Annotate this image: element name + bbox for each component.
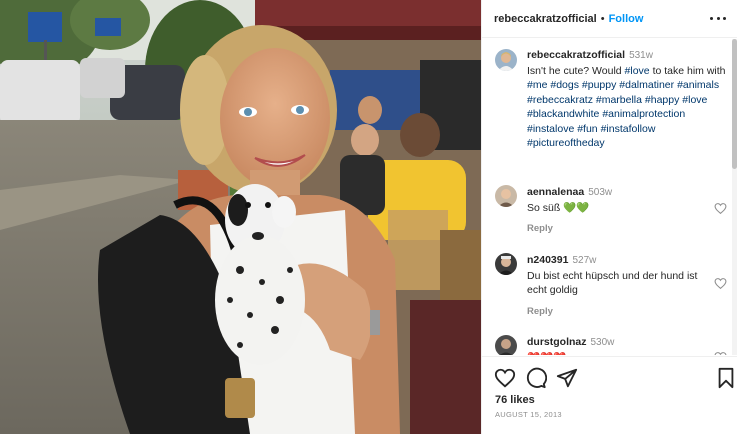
- follow-button[interactable]: Follow: [609, 13, 644, 25]
- comment-text: ❤️❤️❤️: [527, 352, 566, 356]
- like-comment-heart-icon[interactable]: [714, 202, 727, 215]
- share-paper-plane-icon[interactable]: [556, 367, 578, 389]
- avatar[interactable]: [495, 335, 517, 355]
- post-date[interactable]: AUGUST 15, 2013: [495, 410, 562, 419]
- comment-time: 530w: [590, 337, 615, 348]
- caption-text-part: to take him with: [649, 64, 726, 77]
- hashtag-link[interactable]: #me: [527, 79, 547, 91]
- comment-bubble-icon[interactable]: [525, 367, 547, 389]
- like-heart-icon[interactable]: [494, 367, 516, 389]
- hashtag-link[interactable]: #love: [682, 94, 707, 106]
- comment-text: Du bist echt hüpsch und der hund ist ech…: [527, 269, 698, 297]
- hashtag-link[interactable]: #animalprotection: [602, 108, 685, 120]
- comment-emoji: 💚💚: [563, 201, 590, 214]
- comment-item: durstgolnaz530w ❤️❤️❤️: [495, 335, 727, 355]
- avatar[interactable]: [495, 185, 517, 207]
- hashtag-link[interactable]: #blackandwhite: [527, 108, 599, 120]
- like-comment-heart-icon[interactable]: [714, 277, 727, 290]
- comments-scrollbar[interactable]: [732, 39, 737, 355]
- like-comment-heart-icon[interactable]: [714, 351, 727, 355]
- comment-username[interactable]: n240391: [527, 254, 568, 266]
- hashtag-link[interactable]: #rebeccakratz: [527, 94, 593, 106]
- caption-time: 531w: [629, 50, 653, 61]
- scrollbar-thumb[interactable]: [732, 39, 737, 169]
- hashtag-link[interactable]: #instalove: [527, 123, 574, 135]
- hashtag-link[interactable]: #dogs: [550, 79, 579, 91]
- comment-item: n240391 527w Du bist echt hüpsch und der …: [495, 253, 727, 319]
- post-actions: 76 likes AUGUST 15, 2013: [482, 356, 737, 434]
- hashtag-link[interactable]: #love: [625, 65, 650, 77]
- avatar[interactable]: [495, 253, 517, 275]
- avatar[interactable]: [495, 49, 517, 71]
- likes-count[interactable]: 76 likes: [495, 394, 535, 406]
- comment-username[interactable]: durstgolnaz: [527, 336, 587, 348]
- header-separator: •: [600, 12, 605, 25]
- more-horizontal-icon[interactable]: [710, 10, 726, 26]
- comment-username[interactable]: aennalenaa: [527, 186, 584, 198]
- comment-text: So süß: [527, 201, 561, 214]
- hashtag-link[interactable]: #pictureoftheday: [527, 137, 605, 149]
- comments-list[interactable]: rebeccakratzofficial 531w Isn't he cute? …: [482, 39, 733, 355]
- caption-text-part: Isn't he cute? Would: [527, 64, 625, 77]
- post-author-username[interactable]: rebeccakratzofficial: [494, 13, 597, 25]
- reply-button[interactable]: Reply: [527, 222, 702, 237]
- photo-woman-with-dalmatian-puppy: [0, 0, 481, 434]
- hashtag-link[interactable]: #dalmatiner: [619, 79, 674, 91]
- hashtag-link[interactable]: #puppy: [582, 79, 616, 91]
- post-caption: rebeccakratzofficial 531w Isn't he cute? …: [495, 48, 727, 151]
- hashtag-link[interactable]: #animals: [677, 79, 719, 91]
- reply-button[interactable]: Reply: [527, 305, 702, 320]
- post-photo[interactable]: [0, 0, 481, 434]
- comment-time: 527w: [572, 255, 597, 266]
- caption-username[interactable]: rebeccakratzofficial: [527, 49, 625, 61]
- hashtag-link[interactable]: #fun: [577, 123, 597, 135]
- hashtag-link[interactable]: #marbella: [596, 94, 642, 106]
- post-header: rebeccakratzofficial • Follow: [482, 0, 737, 38]
- hashtag-link[interactable]: #happy: [645, 94, 679, 106]
- comment-time: 503w: [588, 187, 613, 198]
- save-bookmark-icon[interactable]: [715, 367, 737, 389]
- hashtag-link[interactable]: #instafollow: [601, 123, 656, 135]
- comment-item: aennalenaa 503w So süß 💚💚 Reply: [495, 185, 727, 237]
- post-side-panel: rebeccakratzofficial • Follow rebeccakra…: [481, 0, 737, 434]
